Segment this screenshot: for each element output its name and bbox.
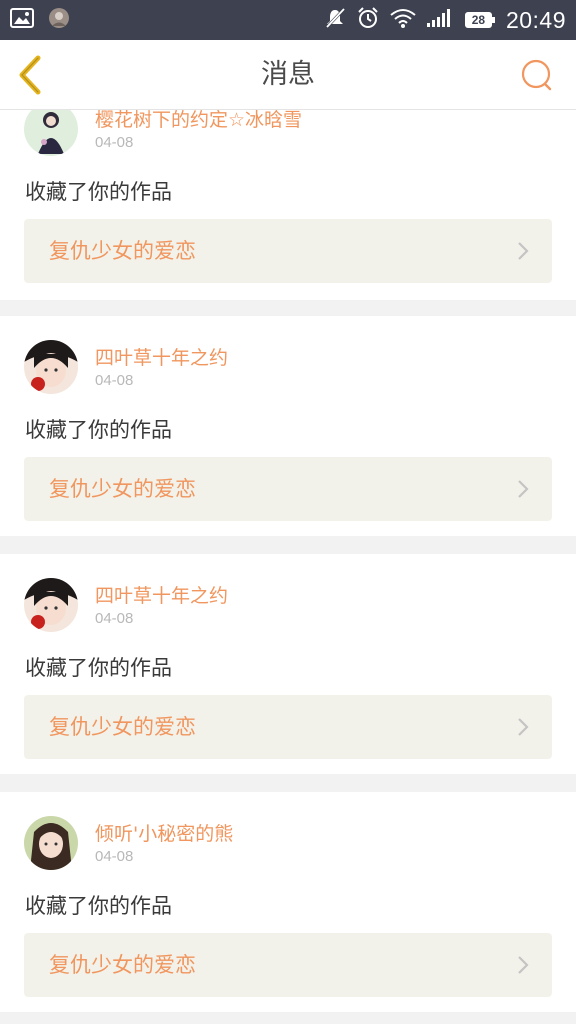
chevron-right-icon [518,718,529,736]
notifications-muted-icon [324,7,346,33]
clock: 20:49 [505,6,566,33]
message-text: 收藏了你的作品 [25,180,172,204]
avatar[interactable] [24,578,78,632]
signal-icon [426,8,454,32]
message-list[interactable]: 樱花树下的约定☆冰晗雪 04-08 收藏了你的作品 复仇少女的爱恋 四叶草十年之… [0,110,576,1024]
avatar[interactable] [24,110,78,156]
app-thumbnail-icon [48,7,70,33]
work-link[interactable]: 复仇少女的爱恋 [24,695,552,759]
work-link[interactable]: 复仇少女的爱恋 [24,457,552,521]
user-name[interactable]: 四叶草十年之约 [95,581,228,608]
user-name[interactable]: 倾听'小秘密的熊 [95,819,233,846]
message-text: 收藏了你的作品 [25,418,172,442]
app-header: 消息 [0,40,576,110]
image-icon [10,8,34,32]
message-date: 04-08 [95,372,134,389]
work-link[interactable]: 复仇少女的爱恋 [24,219,552,283]
work-title: 复仇少女的爱恋 [49,953,196,977]
message-date: 04-08 [95,610,134,627]
message-card: 倾听'小秘密的熊 04-08 收藏了你的作品 复仇少女的爱恋 [0,792,576,1012]
user-name[interactable]: 四叶草十年之约 [95,343,228,370]
battery-level: 28 [471,13,486,27]
work-link[interactable]: 复仇少女的爱恋 [24,933,552,997]
search-button[interactable] [520,58,554,92]
message-date: 04-08 [95,848,134,865]
message-text: 收藏了你的作品 [25,894,172,918]
chevron-right-icon [518,956,529,974]
status-bar: 28 20:49 [0,0,576,40]
message-card: 樱花树下的约定☆冰晗雪 04-08 收藏了你的作品 复仇少女的爱恋 [0,110,576,300]
avatar[interactable] [24,340,78,394]
work-title: 复仇少女的爱恋 [49,715,196,739]
work-title: 复仇少女的爱恋 [49,477,196,501]
user-name[interactable]: 樱花树下的约定☆冰晗雪 [95,110,302,132]
message-card: 四叶草十年之约 04-08 收藏了你的作品 复仇少女的爱恋 [0,554,576,774]
message-card: 四叶草十年之约 04-08 收藏了你的作品 复仇少女的爱恋 [0,316,576,536]
chevron-left-icon [19,55,41,95]
back-button[interactable] [14,54,46,96]
page-title: 消息 [261,59,315,90]
work-title: 复仇少女的爱恋 [49,239,196,263]
message-date: 04-08 [95,134,134,151]
chevron-right-icon [518,480,529,498]
avatar[interactable] [24,816,78,870]
chevron-right-icon [518,242,529,260]
battery-icon: 28 [464,10,496,30]
alarm-icon [356,6,380,34]
search-icon [521,59,552,91]
wifi-icon [390,8,416,32]
message-text: 收藏了你的作品 [25,656,172,680]
